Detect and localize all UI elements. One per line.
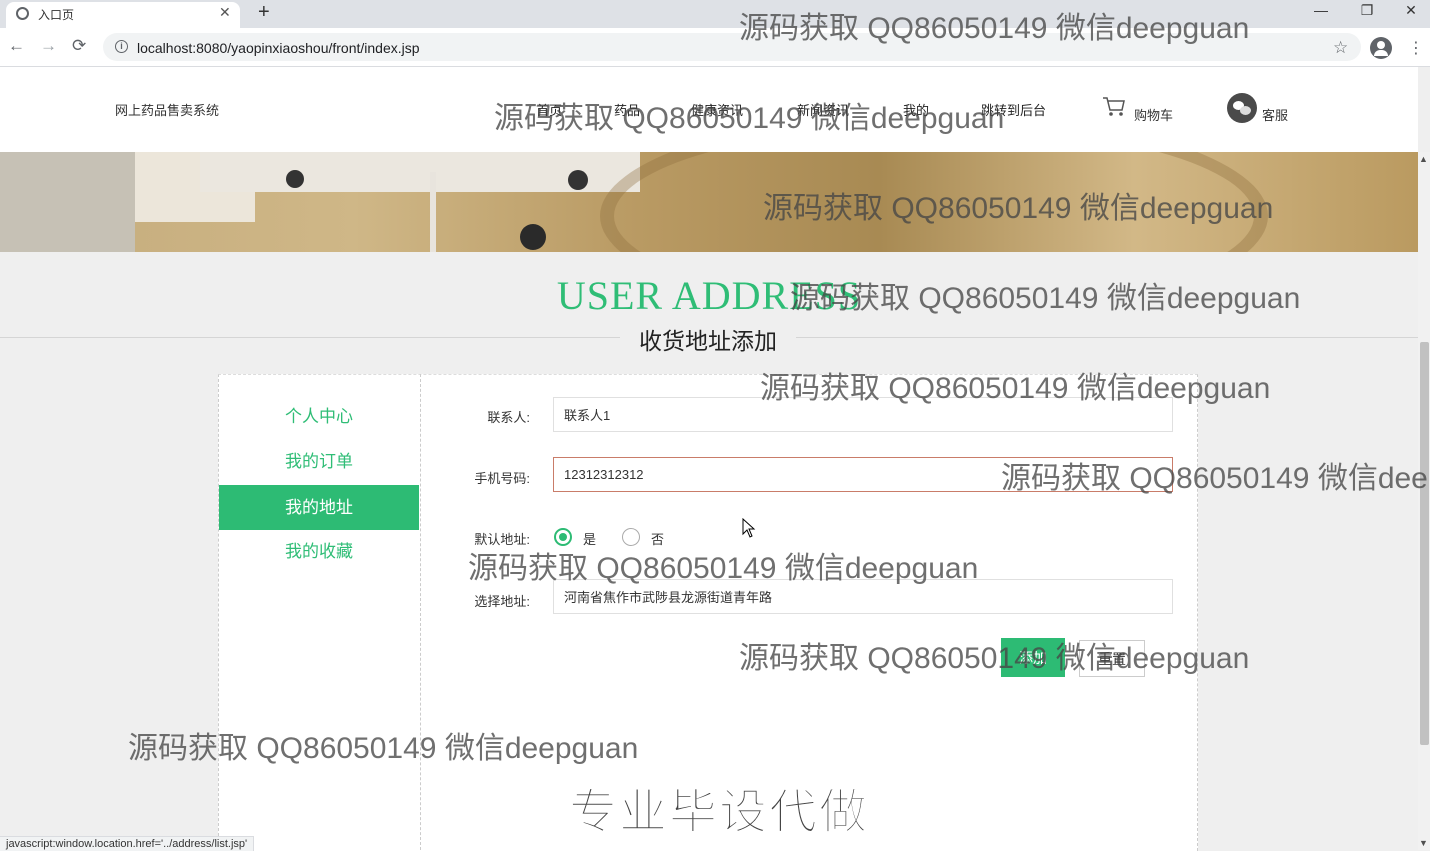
banner-image — [0, 152, 1418, 252]
new-tab-button[interactable]: + — [258, 1, 270, 24]
url-text[interactable]: localhost:8080/yaopinxiaoshou/front/inde… — [137, 40, 420, 56]
globe-icon — [16, 7, 29, 20]
nav-mine[interactable]: 我的 — [903, 100, 929, 119]
forward-icon[interactable]: → — [40, 36, 57, 56]
default-yes-label[interactable]: 是 — [583, 529, 596, 548]
contact-label: 联系人: — [487, 410, 530, 425]
cart-icon[interactable] — [1102, 96, 1126, 118]
scroll-up-icon[interactable]: ▲ — [1419, 154, 1428, 164]
nav-home[interactable]: 首页 — [536, 100, 562, 119]
reset-button[interactable]: 重置 — [1079, 640, 1145, 677]
sidebar-item-favorites[interactable]: 我的收藏 — [219, 529, 419, 574]
browser-status-bar: javascript:window.location.href='../addr… — [0, 836, 255, 851]
section-title-cn: 收货地址添加 — [620, 322, 796, 356]
scroll-down-icon[interactable]: ▼ — [1419, 838, 1428, 848]
nav-admin[interactable]: 跳转到后台 — [981, 100, 1046, 119]
contact-input[interactable] — [553, 397, 1173, 432]
address-select-input[interactable] — [553, 579, 1173, 614]
default-no-radio[interactable] — [622, 528, 640, 546]
account-icon[interactable] — [1370, 37, 1392, 59]
window-close-button[interactable]: ✕ — [1388, 2, 1430, 19]
nav-news[interactable]: 新闻资讯 — [797, 100, 849, 119]
restore-button[interactable]: ❐ — [1344, 2, 1390, 19]
add-button[interactable]: 添加 — [1001, 638, 1065, 677]
service-label[interactable]: 客服 — [1262, 105, 1288, 124]
sidebar-item-orders[interactable]: 我的订单 — [219, 439, 419, 484]
browser-menu-icon[interactable]: ⋮ — [1408, 38, 1424, 58]
back-icon[interactable]: ← — [8, 36, 25, 56]
nav-health-info[interactable]: 健康资讯 — [691, 100, 743, 119]
reload-icon[interactable]: ⟳ — [72, 36, 86, 56]
default-no-label[interactable]: 否 — [651, 529, 664, 548]
sidebar-item-profile[interactable]: 个人中心 — [219, 394, 419, 439]
scrollbar-thumb[interactable] — [1420, 342, 1429, 745]
section-title-en: USER ADDRESS — [556, 273, 862, 318]
tab-close-icon[interactable]: ✕ — [219, 4, 231, 21]
phone-label: 手机号码: — [474, 471, 530, 486]
bookmark-star-icon[interactable]: ☆ — [1333, 38, 1348, 58]
nav-medicine[interactable]: 药品 — [614, 100, 640, 119]
default-address-label: 默认地址: — [474, 532, 530, 547]
mouse-cursor-icon — [742, 518, 756, 538]
sidebar-divider — [420, 374, 421, 850]
tab-title: 入口页 — [38, 8, 75, 22]
info-icon[interactable]: i — [115, 40, 128, 53]
wechat-service-icon[interactable] — [1227, 93, 1257, 123]
default-yes-radio[interactable] — [554, 528, 572, 546]
minimize-button[interactable]: — — [1298, 2, 1344, 18]
site-title[interactable]: 网上药品售卖系统 — [115, 100, 219, 119]
sidebar-item-address[interactable]: 我的地址 — [219, 485, 419, 530]
phone-input[interactable] — [553, 457, 1173, 492]
address-label: 选择地址: — [474, 594, 530, 609]
cart-label[interactable]: 购物车 — [1134, 105, 1173, 124]
